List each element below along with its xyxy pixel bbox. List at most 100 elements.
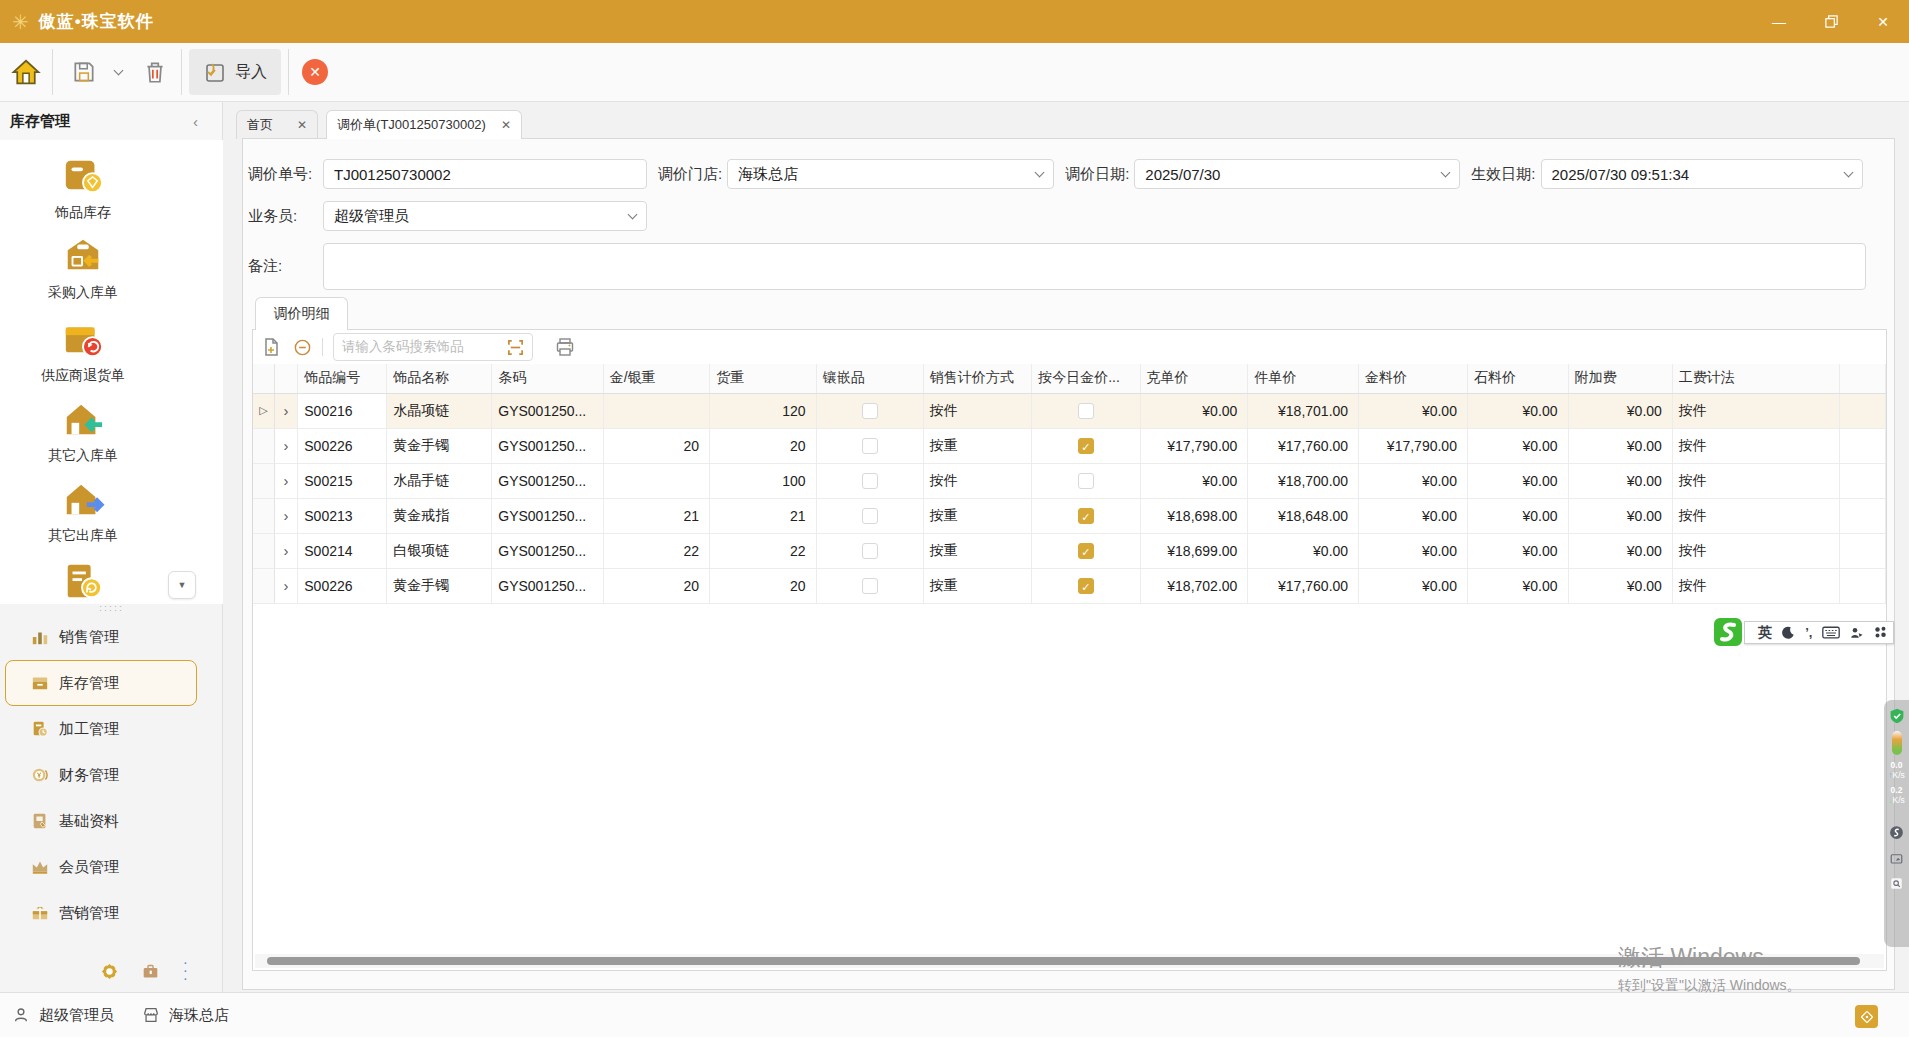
checkbox[interactable]: [862, 543, 878, 559]
barcode-search-input[interactable]: 请输入条码搜索饰品: [333, 333, 533, 361]
table-row[interactable]: ›S00226黄金手镯GYS001250...2020按重✓¥18,702.00…: [253, 568, 1886, 603]
ime-mode[interactable]: 英: [1758, 624, 1772, 642]
cell-fee_mode[interactable]: 按件: [1672, 428, 1839, 463]
column-header[interactable]: 销售计价方式: [923, 364, 1031, 393]
toolbox-icon[interactable]: [142, 963, 159, 980]
cell-price_mode[interactable]: 按重: [923, 568, 1031, 603]
home-button[interactable]: [0, 57, 52, 87]
inlay-checkbox-cell[interactable]: [816, 393, 923, 428]
checkbox[interactable]: [862, 508, 878, 524]
cell-gold_wt[interactable]: 20: [603, 428, 709, 463]
column-header[interactable]: 饰品编号: [298, 364, 387, 393]
sidebar-menu-marketing[interactable]: 营销管理: [5, 890, 197, 936]
cell-name[interactable]: 黄金戒指: [387, 498, 492, 533]
cell-fee_mode[interactable]: 按件: [1672, 463, 1839, 498]
cell-price_mode[interactable]: 按件: [923, 393, 1031, 428]
scan-icon[interactable]: [507, 339, 524, 356]
cell-gold_wt[interactable]: 20: [603, 568, 709, 603]
cell-stone_price[interactable]: ¥0.00: [1467, 463, 1568, 498]
remove-row-icon[interactable]: [293, 338, 312, 357]
cell-surcharge[interactable]: ¥0.00: [1568, 393, 1672, 428]
cell-piece_price[interactable]: ¥18,701.00: [1248, 393, 1359, 428]
cell-gram_price[interactable]: ¥17,790.00: [1140, 428, 1248, 463]
collapse-sidebar-icon[interactable]: ‹: [193, 113, 198, 130]
order-no-input[interactable]: TJ001250730002: [323, 159, 647, 189]
accelerator-sidebar[interactable]: 0.0↑K/s 0.2↓K/s: [1884, 700, 1909, 947]
cell-gold_price[interactable]: ¥0.00: [1359, 568, 1468, 603]
tab-close-icon[interactable]: ✕: [297, 118, 307, 132]
cell-fee_mode[interactable]: 按件: [1672, 393, 1839, 428]
cell-stone_price[interactable]: ¥0.00: [1467, 428, 1568, 463]
settings-gear-icon[interactable]: [100, 962, 119, 981]
cell-barcode[interactable]: GYS001250...: [492, 463, 603, 498]
cell-price_mode[interactable]: 按重: [923, 498, 1031, 533]
cell-gram_price[interactable]: ¥0.00: [1140, 393, 1248, 428]
column-header[interactable]: 金料价: [1359, 364, 1468, 393]
cell-surcharge[interactable]: ¥0.00: [1568, 428, 1672, 463]
cell-gold_price[interactable]: ¥0.00: [1359, 498, 1468, 533]
cell-gram_price[interactable]: ¥18,699.00: [1140, 533, 1248, 568]
cell-num[interactable]: S00214: [298, 533, 387, 568]
column-header[interactable]: 克单价: [1140, 364, 1248, 393]
checkbox[interactable]: ✓: [1078, 578, 1094, 594]
cell-piece_price[interactable]: ¥17,760.00: [1248, 568, 1359, 603]
cell-stone_price[interactable]: ¥0.00: [1467, 393, 1568, 428]
cell-gram_price[interactable]: ¥0.00: [1140, 463, 1248, 498]
cell-name[interactable]: 黄金手镯: [387, 428, 492, 463]
cell-price_mode[interactable]: 按重: [923, 428, 1031, 463]
cell-num[interactable]: S00226: [298, 568, 387, 603]
cell-weight[interactable]: 20: [710, 428, 817, 463]
inlay-checkbox-cell[interactable]: [816, 568, 923, 603]
minimize-button[interactable]: —: [1753, 0, 1805, 43]
inlay-checkbox-cell[interactable]: [816, 428, 923, 463]
cell-surcharge[interactable]: ¥0.00: [1568, 533, 1672, 568]
ime-handwrite-icon[interactable]: [1849, 625, 1864, 640]
column-header[interactable]: 货重: [710, 364, 817, 393]
checkbox[interactable]: ✓: [1078, 438, 1094, 454]
cell-surcharge[interactable]: ¥0.00: [1568, 463, 1672, 498]
cell-weight[interactable]: 120: [710, 393, 817, 428]
cell-piece_price[interactable]: ¥18,700.00: [1248, 463, 1359, 498]
cell-piece_price[interactable]: ¥17,760.00: [1248, 428, 1359, 463]
ime-moon-icon[interactable]: [1781, 625, 1796, 640]
sidebar-shortcut[interactable]: 其它入库单: [0, 398, 166, 465]
tab-close-icon[interactable]: ✕: [501, 118, 511, 132]
cell-gold_price[interactable]: ¥0.00: [1359, 533, 1468, 568]
cell-num[interactable]: S00226: [298, 428, 387, 463]
effective-date-select[interactable]: 2025/07/30 09:51:34: [1541, 159, 1863, 189]
cell-piece_price[interactable]: ¥18,648.00: [1248, 498, 1359, 533]
screenshot-icon[interactable]: [1889, 851, 1904, 866]
today_gold-checkbox-cell[interactable]: ✓: [1032, 568, 1140, 603]
cell-gold_wt[interactable]: [603, 463, 709, 498]
checkbox[interactable]: [1078, 473, 1094, 489]
today_gold-checkbox-cell[interactable]: ✓: [1032, 428, 1140, 463]
inlay-checkbox-cell[interactable]: [816, 463, 923, 498]
splitter-handle[interactable]: ··········: [0, 604, 223, 612]
save-button[interactable]: [61, 59, 107, 85]
print-icon[interactable]: [555, 337, 575, 357]
expand-row-icon[interactable]: ›: [274, 428, 297, 463]
cell-gram_price[interactable]: ¥18,702.00: [1140, 568, 1248, 603]
sidebar-menu-basic[interactable]: 基础资料: [5, 798, 197, 844]
cell-stone_price[interactable]: ¥0.00: [1467, 498, 1568, 533]
today_gold-checkbox-cell[interactable]: [1032, 393, 1140, 428]
sidebar-menu-process[interactable]: 加工管理: [5, 706, 197, 752]
ime-punct-icon[interactable]: ’,: [1805, 625, 1812, 640]
cell-gold_price[interactable]: ¥0.00: [1359, 463, 1468, 498]
search-tool-icon[interactable]: [1889, 876, 1904, 891]
inlay-checkbox-cell[interactable]: [816, 498, 923, 533]
sogou-logo-icon[interactable]: [1712, 616, 1744, 648]
cell-fee_mode[interactable]: 按件: [1672, 533, 1839, 568]
today_gold-checkbox-cell[interactable]: ✓: [1032, 533, 1140, 568]
today_gold-checkbox-cell[interactable]: ✓: [1032, 498, 1140, 533]
cell-barcode[interactable]: GYS001250...: [492, 533, 603, 568]
cell-barcode[interactable]: GYS001250...: [492, 393, 603, 428]
tab[interactable]: 首页✕: [236, 110, 318, 139]
cell-weight[interactable]: 100: [710, 463, 817, 498]
ime-tools-icon[interactable]: [1873, 625, 1888, 640]
sidebar-shortcut[interactable]: 饰品库存: [0, 155, 166, 222]
cell-name[interactable]: 水晶手链: [387, 463, 492, 498]
expand-row-icon[interactable]: ›: [274, 568, 297, 603]
sidebar-menu-member[interactable]: 会员管理: [5, 844, 197, 890]
table-row[interactable]: ›S00226黄金手镯GYS001250...2020按重✓¥17,790.00…: [253, 428, 1886, 463]
